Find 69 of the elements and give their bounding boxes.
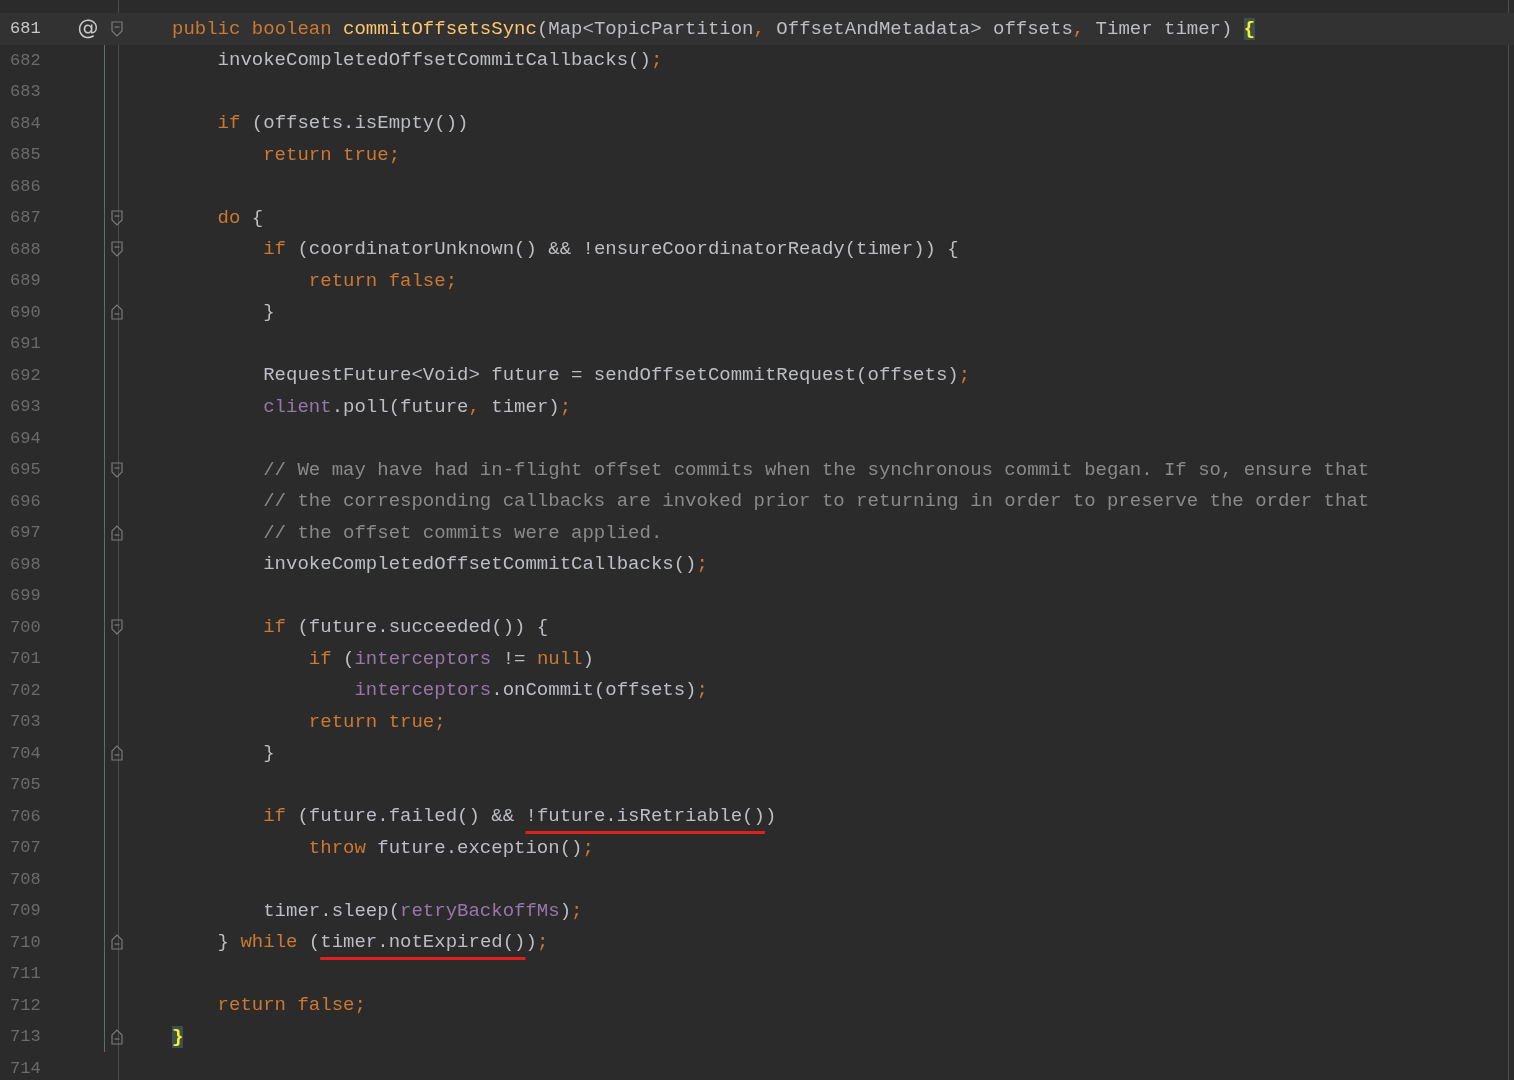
fold-icon[interactable] <box>111 461 123 478</box>
code-comment: // the offset commits were applied. <box>262 520 663 545</box>
line-number: 683 <box>9 81 42 103</box>
code-line: } <box>262 300 275 325</box>
line-number: 688 <box>9 238 42 261</box>
unfold-icon[interactable] <box>111 1028 123 1045</box>
line-number: 707 <box>9 837 42 859</box>
code-line: invokeCompletedOffsetCommitCallbacks(); <box>216 48 663 73</box>
unfold-icon[interactable] <box>111 934 123 951</box>
code-line: if (interceptors != null) <box>307 646 594 671</box>
code-line: do { <box>216 205 264 230</box>
line-number: 694 <box>9 427 42 450</box>
line-number: 697 <box>9 522 42 544</box>
fold-icon[interactable] <box>111 619 123 636</box>
code-comment: // We may have had in-flight offset commits when the synchronous commit began. If so, ensure that <box>262 457 1370 482</box>
line-number: 682 <box>9 49 42 72</box>
code-line: client.poll(future, timer); <box>262 394 572 419</box>
unfold-icon[interactable] <box>111 745 123 762</box>
line-number: 710 <box>9 931 42 954</box>
line-number: 702 <box>9 679 42 702</box>
line-number: 706 <box>9 805 42 828</box>
line-number: 708 <box>9 868 42 891</box>
line-number: 713 <box>9 1026 42 1048</box>
code-line: } while (timer.notExpired()); <box>216 930 549 955</box>
fold-icon[interactable] <box>111 209 123 226</box>
line-number: 695 <box>9 459 42 481</box>
line-number: 693 <box>9 396 42 418</box>
line-number: 690 <box>9 301 42 324</box>
code-line: return true; <box>262 142 401 167</box>
code-line: if (future.succeeded()) { <box>262 615 549 640</box>
line-number: 686 <box>9 175 42 198</box>
line-number: 692 <box>9 364 42 387</box>
fold-icon[interactable] <box>111 20 123 37</box>
line-number: 687 <box>9 207 42 229</box>
code-line: public boolean commitOffsetsSync(Map<TopicPartition, OffsetAndMetadata> offsets, Timer timer) { <box>172 16 1256 41</box>
unfold-icon[interactable] <box>111 304 123 321</box>
code-line: return false; <box>307 268 458 293</box>
line-number: 699 <box>9 585 42 607</box>
line-number: 703 <box>9 711 42 733</box>
code-line: interceptors.onCommit(offsets); <box>353 678 708 703</box>
line-number: 700 <box>9 616 42 639</box>
unfold-icon[interactable] <box>111 524 123 541</box>
fold-icon[interactable] <box>111 241 123 258</box>
override-marker[interactable]: @ <box>77 13 99 45</box>
line-number: 684 <box>9 112 42 135</box>
code-line: timer.sleep(retryBackoffMs); <box>262 898 583 923</box>
code-line: if (offsets.isEmpty()) <box>216 111 469 136</box>
line-number: 689 <box>9 270 42 292</box>
line-number: 701 <box>9 648 42 670</box>
line-number: 714 <box>9 1057 42 1080</box>
code-line: } <box>262 741 275 766</box>
code-line: RequestFuture<Void> future = sendOffsetCommitRequest(offsets); <box>262 363 971 388</box>
line-number: 705 <box>9 774 42 796</box>
code-comment: // the corresponding callbacks are invoked prior to returning in order to preserve the order that <box>262 489 1370 514</box>
code-line: if (coordinatorUnknown() && !ensureCoordinatorReady(timer)) { <box>262 237 959 262</box>
line-number: 711 <box>9 963 42 985</box>
line-number: 681 <box>9 18 42 40</box>
line-number: 704 <box>9 742 42 765</box>
line-number: 685 <box>9 144 42 166</box>
code-line: invokeCompletedOffsetCommitCallbacks(); <box>262 552 708 577</box>
line-number: 698 <box>9 553 42 576</box>
line-number: 691 <box>9 333 42 355</box>
line-number: 696 <box>9 490 42 513</box>
code-line: if (future.failed() && !future.isRetriable()) <box>262 804 777 829</box>
line-number: 709 <box>9 900 42 922</box>
line-number: 712 <box>9 994 42 1017</box>
code-line: throw future.exception(); <box>307 835 594 860</box>
code-line: return false; <box>216 993 366 1018</box>
code-line: return true; <box>307 709 446 734</box>
